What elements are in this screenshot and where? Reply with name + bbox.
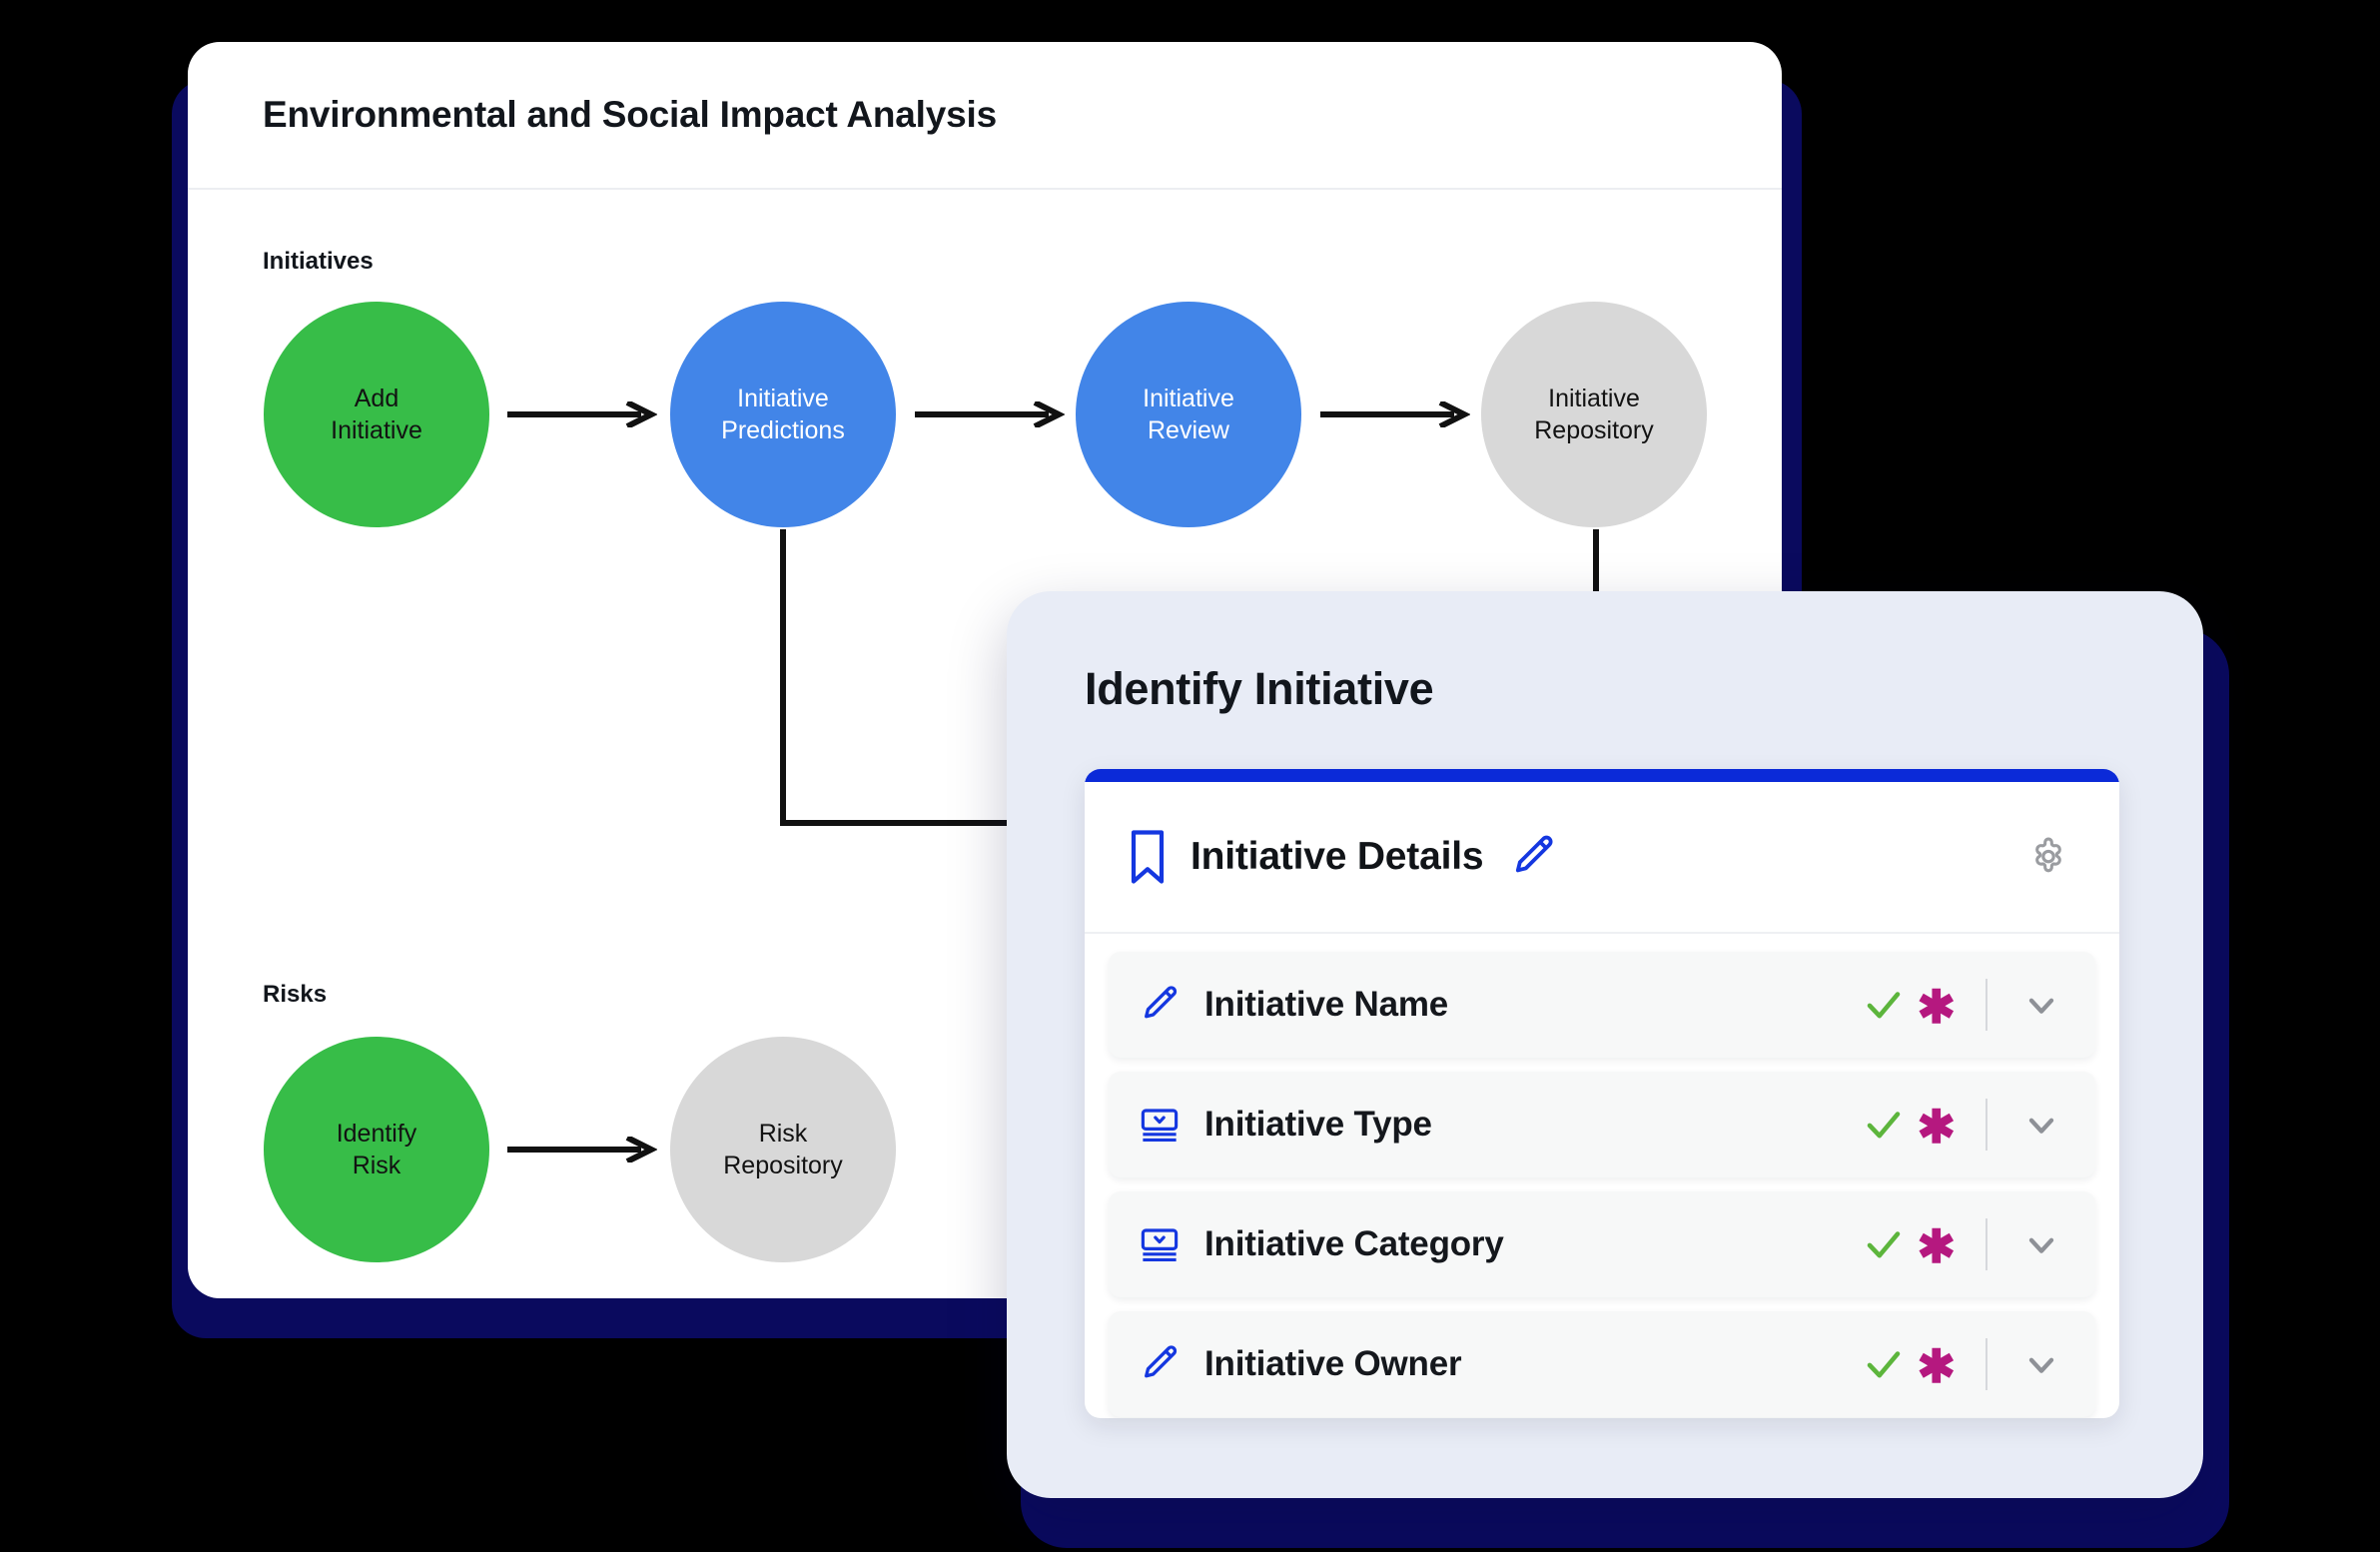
- main-window-header: Environmental and Social Impact Analysis: [188, 42, 1782, 190]
- card-header-title: Initiative Details: [1190, 835, 1484, 878]
- card-accent-bar: [1085, 769, 2119, 782]
- row-divider: [1985, 1338, 1987, 1390]
- node-label-line1: Initiative: [737, 385, 829, 412]
- field-rows: Initiative Name ✱ Initiative Type ✱ Init…: [1085, 934, 2119, 1418]
- initiative-details-card: Initiative Details Initiative Name ✱ Ini…: [1085, 769, 2119, 1418]
- node-label-line2: Risk: [352, 1152, 401, 1179]
- node-label-line1: Initiative: [1143, 385, 1234, 412]
- chevron-down-icon[interactable]: [2021, 985, 2061, 1025]
- node-label-line1: Identify: [336, 1120, 417, 1148]
- node-label-line2: Repository: [723, 1152, 843, 1179]
- check-icon: [1863, 984, 1905, 1026]
- bookmark-icon: [1127, 829, 1169, 885]
- page-title: Environmental and Social Impact Analysis: [263, 94, 997, 135]
- node-identify-risk[interactable]: Identify Risk: [264, 1037, 489, 1262]
- required-asterisk-icon: ✱: [1917, 1340, 1956, 1392]
- gear-icon[interactable]: [2023, 832, 2073, 882]
- chevron-down-icon[interactable]: [2021, 1105, 2061, 1145]
- node-initiative-repository[interactable]: Initiative Repository: [1481, 302, 1707, 527]
- screenshot-root: Environmental and Social Impact Analysis…: [0, 0, 2380, 1552]
- field-row-initiative-type[interactable]: Initiative Type ✱: [1109, 1072, 2095, 1177]
- node-initiative-review[interactable]: Initiative Review: [1076, 302, 1301, 527]
- pencil-icon[interactable]: [1509, 833, 1557, 881]
- card-header: Initiative Details: [1085, 782, 2119, 934]
- modal-title: Identify Initiative: [1085, 663, 1434, 714]
- field-row-initiative-owner[interactable]: Initiative Owner ✱: [1109, 1311, 2095, 1417]
- arrow-review-to-repository: [1320, 401, 1470, 427]
- chevron-down-icon[interactable]: [2021, 1224, 2061, 1264]
- required-asterisk-icon: ✱: [1917, 1101, 1956, 1153]
- node-add-initiative[interactable]: Add Initiative: [264, 302, 489, 527]
- row-divider: [1985, 1218, 1987, 1270]
- field-row-initiative-category[interactable]: Initiative Category ✱: [1109, 1191, 2095, 1297]
- field-label: Initiative Category: [1204, 1224, 1504, 1263]
- row-status-group: ✱: [1863, 979, 2061, 1031]
- row-divider: [1985, 979, 1987, 1031]
- node-label-line2: Initiative: [331, 416, 422, 444]
- check-icon: [1863, 1223, 1905, 1265]
- node-label-line1: Add: [354, 385, 399, 412]
- node-risk-repository[interactable]: Risk Repository: [670, 1037, 896, 1262]
- field-label: Initiative Type: [1204, 1105, 1432, 1144]
- arrow-predictions-to-review: [915, 401, 1065, 427]
- check-icon: [1863, 1343, 1905, 1385]
- node-initiative-predictions[interactable]: Initiative Predictions: [670, 302, 896, 527]
- identify-initiative-modal: Identify Initiative Initiative Details I…: [1007, 591, 2203, 1498]
- section-label-initiatives: Initiatives: [263, 248, 374, 275]
- dropdown-icon: [1139, 1223, 1181, 1265]
- chevron-down-icon[interactable]: [2021, 1344, 2061, 1384]
- row-status-group: ✱: [1863, 1099, 2061, 1151]
- row-divider: [1985, 1099, 1987, 1151]
- node-label-line2: Predictions: [721, 416, 845, 444]
- section-label-risks: Risks: [263, 981, 328, 1008]
- node-label-line2: Repository: [1534, 416, 1654, 444]
- arrow-identify-risk-to-repository: [507, 1137, 657, 1163]
- field-label: Initiative Name: [1204, 985, 1449, 1024]
- node-label-line2: Review: [1148, 416, 1229, 444]
- node-label-line1: Initiative: [1548, 385, 1640, 412]
- required-asterisk-icon: ✱: [1917, 1220, 1956, 1272]
- pencil-icon: [1139, 984, 1181, 1026]
- check-icon: [1863, 1104, 1905, 1146]
- field-row-initiative-name[interactable]: Initiative Name ✱: [1109, 952, 2095, 1058]
- row-status-group: ✱: [1863, 1338, 2061, 1390]
- arrow-add-to-predictions: [507, 401, 657, 427]
- dropdown-icon: [1139, 1104, 1181, 1146]
- field-label: Initiative Owner: [1204, 1344, 1462, 1383]
- pencil-icon: [1139, 1343, 1181, 1385]
- node-label-line1: Risk: [758, 1120, 808, 1148]
- required-asterisk-icon: ✱: [1917, 981, 1956, 1033]
- row-status-group: ✱: [1863, 1218, 2061, 1270]
